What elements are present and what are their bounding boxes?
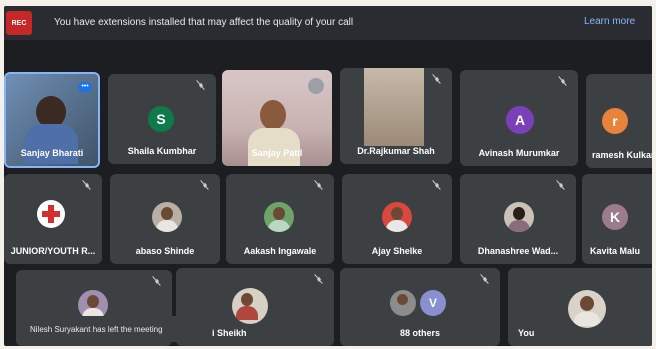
- muted-mic-icon: ♦: [314, 274, 324, 284]
- red-cross-logo: [37, 200, 65, 228]
- person-head: [260, 100, 286, 130]
- learn-more-link[interactable]: Learn more: [584, 16, 635, 27]
- participant-name: abaso Shinde: [135, 246, 195, 256]
- participant-tile[interactable]: ♦ abaso Shinde: [110, 174, 220, 264]
- person-body: [24, 124, 78, 164]
- participant-tile[interactable]: ♦ Aakash Ingawale: [226, 174, 334, 264]
- avatar: [390, 290, 416, 316]
- muted-mic-icon: ♦: [152, 276, 162, 286]
- participant-tile[interactable]: ♦ JUNIOR/YOUTH R...: [4, 174, 102, 264]
- participant-tile[interactable]: You: [508, 268, 652, 346]
- participant-tile[interactable]: ♦ A Avinash Murumkar: [460, 70, 578, 166]
- extensions-warning-banner: REC You have extensions installed that m…: [4, 6, 652, 40]
- participant-name: Dhanashree Wad...: [477, 246, 559, 256]
- avatar: K: [602, 204, 628, 230]
- meet-window: REC You have extensions installed that m…: [4, 6, 652, 346]
- banner-text: You have extensions installed that may a…: [54, 17, 354, 28]
- muted-mic-icon: ♦: [480, 274, 490, 284]
- avatar: V: [420, 290, 446, 316]
- participant-name: Kavita Malu: [590, 246, 641, 256]
- participant-tile[interactable]: ♦ Ajay Shelke: [342, 174, 452, 264]
- muted-mic-icon: ♦: [556, 180, 566, 190]
- participant-name: Dr.Rajkumar Shah: [357, 146, 435, 156]
- participant-name: JUNIOR/YOUTH R...: [10, 246, 96, 256]
- participant-name: i Sheikh: [212, 328, 247, 338]
- participant-tile[interactable]: Sanjay Patil: [222, 70, 332, 166]
- avatar: [232, 288, 268, 324]
- avatar: [382, 202, 412, 232]
- muted-mic-icon: ♦: [558, 76, 568, 86]
- avatar: r: [602, 108, 628, 134]
- participant-name: Avinash Murumkar: [478, 148, 560, 158]
- pin-icon[interactable]: [308, 78, 324, 94]
- speaking-indicator-icon: •••: [78, 82, 92, 92]
- participant-video: [364, 68, 424, 146]
- recording-badge: REC: [6, 11, 32, 35]
- participant-tile[interactable]: ♦ V 88 others: [340, 268, 500, 346]
- avatar: [152, 202, 182, 232]
- participant-tile[interactable]: r ramesh Kulkarni: [586, 74, 652, 168]
- participant-name: Shaila Kumbhar: [127, 146, 197, 156]
- participant-name: You: [518, 328, 535, 338]
- muted-mic-icon: ♦: [432, 74, 442, 84]
- participant-name: 88 others: [399, 328, 441, 338]
- avatar: [568, 290, 606, 328]
- muted-mic-icon: ♦: [314, 180, 324, 190]
- participant-tile[interactable]: K Kavita Malu: [582, 174, 652, 264]
- avatar: A: [506, 106, 534, 134]
- participant-name: ramesh Kulkarni: [592, 150, 652, 160]
- participant-tile[interactable]: ♦ S Shaila Kumbhar: [108, 74, 216, 164]
- participant-name: Aakash Ingawale: [243, 246, 317, 256]
- participant-tile[interactable]: ••• Sanjay Bharati: [4, 72, 100, 168]
- participant-tile[interactable]: ♦ Dr.Rajkumar Shah: [340, 68, 452, 164]
- participant-name: Sanjay Patil: [251, 148, 303, 158]
- muted-mic-icon: ♦: [196, 80, 206, 90]
- avatar: [504, 202, 534, 232]
- participant-name: Ajay Shelke: [371, 246, 423, 256]
- muted-mic-icon: ♦: [82, 180, 92, 190]
- avatar: S: [148, 106, 174, 132]
- participant-name: Sanjay Bharati: [20, 148, 84, 158]
- participant-tile[interactable]: ♦ Dhanashree Wad...: [460, 174, 576, 264]
- muted-mic-icon: ♦: [200, 180, 210, 190]
- notification-toast: Nilesh Suryakant has left the meeting: [16, 316, 212, 342]
- avatar: [264, 202, 294, 232]
- muted-mic-icon: ♦: [432, 180, 442, 190]
- person-body: [248, 128, 300, 166]
